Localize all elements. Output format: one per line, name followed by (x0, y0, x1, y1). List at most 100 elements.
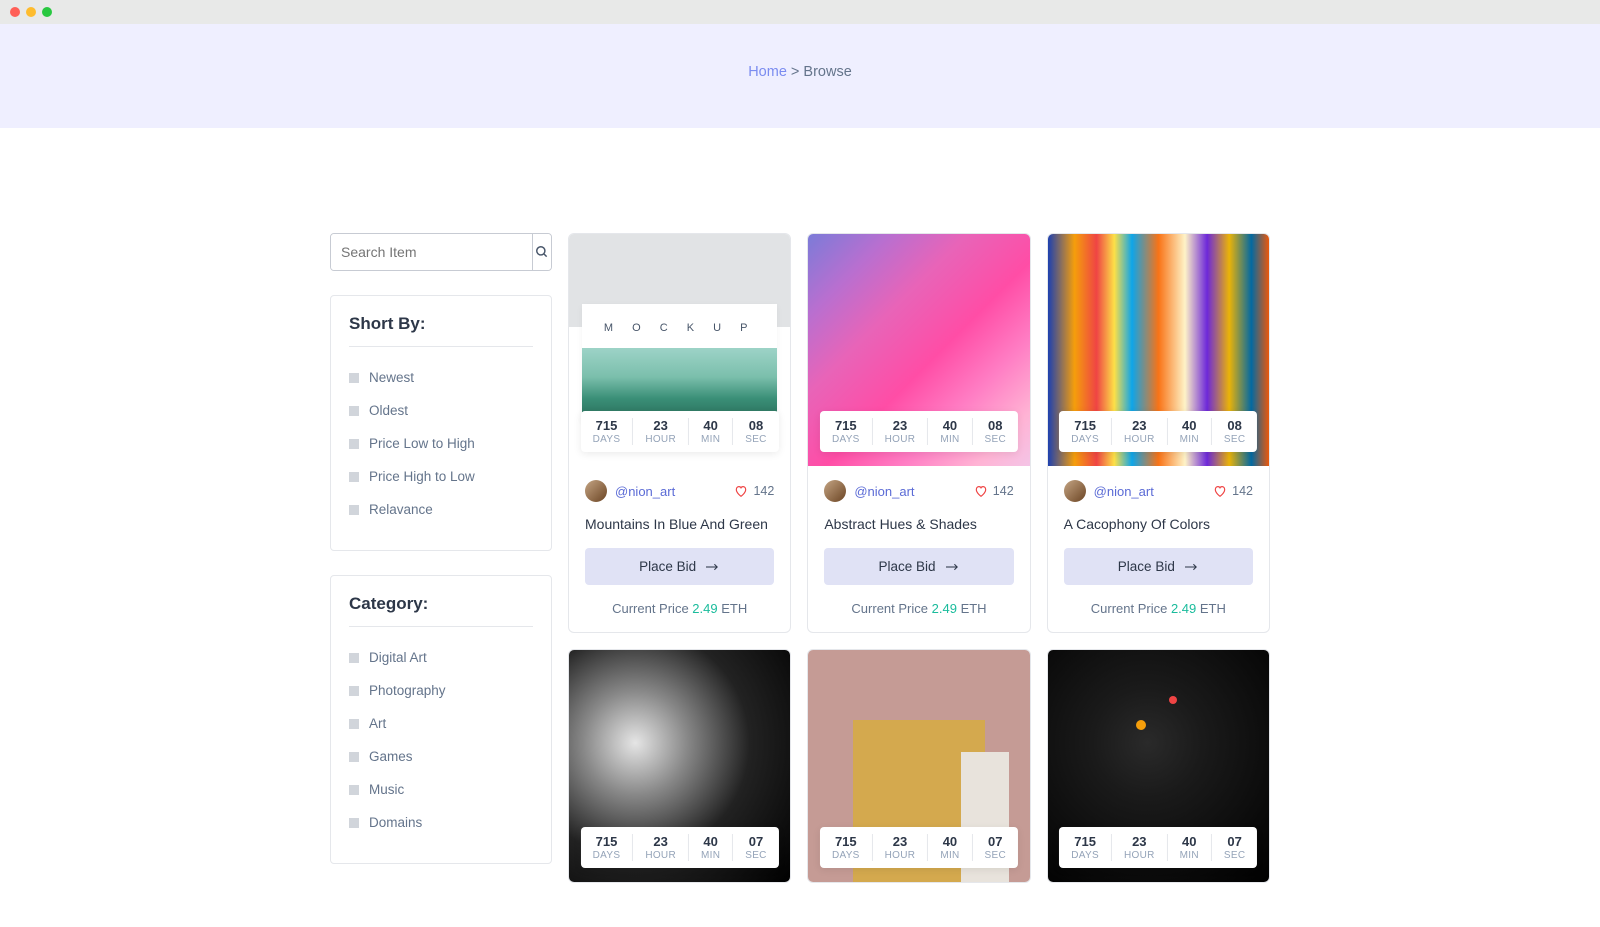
window-close-icon[interactable] (10, 7, 20, 17)
timer-label: HOUR (885, 850, 916, 861)
timer-value: 07 (985, 834, 1006, 849)
place-bid-button[interactable]: Place Bid (824, 548, 1013, 585)
bid-label: Place Bid (639, 559, 696, 574)
timer-cell: 40MIN (1168, 418, 1212, 445)
timer-value: 08 (1224, 418, 1245, 433)
author-handle: @nion_art (615, 484, 675, 499)
timer-label: SEC (985, 434, 1006, 445)
nft-card[interactable]: 715DAYS23HOUR40MIN07SEC (1047, 649, 1270, 883)
nft-card[interactable]: 715DAYS23HOUR40MIN07SEC (568, 649, 791, 883)
category-option[interactable]: Domains (349, 806, 533, 839)
card-author[interactable]: @nion_art (824, 480, 914, 502)
breadcrumb-home-link[interactable]: Home (748, 64, 787, 80)
price-line: Current Price 2.49 ETH (824, 601, 1013, 616)
price-line: Current Price 2.49 ETH (1064, 601, 1253, 616)
price-unit: ETH (721, 601, 747, 616)
category-option-label: Games (369, 749, 413, 764)
checkbox-icon (349, 752, 359, 762)
breadcrumb: Home > Browse (0, 64, 1600, 80)
bid-label: Place Bid (1118, 559, 1175, 574)
heart-icon (1213, 484, 1227, 498)
timer-label: MIN (1180, 850, 1199, 861)
place-bid-button[interactable]: Place Bid (1064, 548, 1253, 585)
timer-cell: 715DAYS (1059, 834, 1112, 861)
checkbox-icon (349, 719, 359, 729)
search-icon (535, 245, 549, 259)
page-header: Home > Browse (0, 24, 1600, 128)
like-count[interactable]: 142 (1213, 484, 1253, 498)
timer-cell: 23HOUR (633, 418, 689, 445)
card-author[interactable]: @nion_art (1064, 480, 1154, 502)
like-count[interactable]: 142 (974, 484, 1014, 498)
timer-label: SEC (1224, 850, 1245, 861)
countdown-timer: 715DAYS23HOUR40MIN07SEC (581, 827, 779, 868)
category-option-label: Domains (369, 815, 422, 830)
category-option-label: Photography (369, 683, 446, 698)
category-option[interactable]: Music (349, 773, 533, 806)
card-author[interactable]: @nion_art (585, 480, 675, 502)
timer-value: 715 (1071, 418, 1099, 433)
checkbox-icon (349, 818, 359, 828)
checkbox-icon (349, 472, 359, 482)
like-number: 142 (753, 484, 774, 498)
checkbox-icon (349, 686, 359, 696)
checkbox-icon (349, 439, 359, 449)
search-input[interactable] (331, 234, 532, 270)
arrow-right-icon (1185, 562, 1199, 572)
timer-value: 23 (885, 834, 916, 849)
category-option-label: Digital Art (369, 650, 427, 665)
avatar (1064, 480, 1086, 502)
card-meta: @nion_art142Abstract Hues & ShadesPlace … (808, 466, 1029, 632)
sort-option[interactable]: Newest (349, 361, 533, 394)
timer-label: DAYS (1071, 434, 1099, 445)
heart-icon (734, 484, 748, 498)
avatar (824, 480, 846, 502)
place-bid-button[interactable]: Place Bid (585, 548, 774, 585)
timer-label: MIN (701, 434, 720, 445)
timer-value: 23 (645, 418, 676, 433)
window-maximize-icon[interactable] (42, 7, 52, 17)
avatar (585, 480, 607, 502)
price-amount: 2.49 (1171, 601, 1196, 616)
category-title: Category: (349, 594, 533, 627)
timer-value: 07 (1224, 834, 1245, 849)
timer-cell: 40MIN (928, 834, 972, 861)
timer-cell: 40MIN (689, 418, 733, 445)
checkbox-icon (349, 406, 359, 416)
heart-icon (974, 484, 988, 498)
timer-label: HOUR (645, 850, 676, 861)
timer-value: 40 (1180, 834, 1199, 849)
sort-option[interactable]: Price High to Low (349, 460, 533, 493)
category-option[interactable]: Photography (349, 674, 533, 707)
search-button[interactable] (532, 234, 551, 270)
timer-value: 07 (745, 834, 766, 849)
arrow-right-icon (946, 562, 960, 572)
nft-card[interactable]: 715DAYS23HOUR40MIN07SEC (807, 649, 1030, 883)
timer-value: 715 (1071, 834, 1099, 849)
sort-option[interactable]: Oldest (349, 394, 533, 427)
timer-label: DAYS (593, 850, 621, 861)
category-option[interactable]: Art (349, 707, 533, 740)
nft-card[interactable]: 715DAYS23HOUR40MIN08SEC@nion_art142Abstr… (807, 233, 1030, 633)
like-count[interactable]: 142 (734, 484, 774, 498)
category-option[interactable]: Digital Art (349, 641, 533, 674)
timer-cell: 23HOUR (633, 834, 689, 861)
price-amount: 2.49 (692, 601, 717, 616)
card-meta: @nion_art142Mountains In Blue And GreenP… (569, 466, 790, 632)
arrow-right-icon (706, 562, 720, 572)
sort-option[interactable]: Price Low to High (349, 427, 533, 460)
timer-label: DAYS (832, 434, 860, 445)
timer-cell: 23HOUR (873, 834, 929, 861)
timer-label: SEC (745, 434, 766, 445)
price-label: Current Price (612, 601, 689, 616)
price-label: Current Price (1091, 601, 1168, 616)
nft-card[interactable]: 715DAYS23HOUR40MIN08SEC@nion_art142A Cac… (1047, 233, 1270, 633)
timer-value: 23 (1124, 834, 1155, 849)
category-option[interactable]: Games (349, 740, 533, 773)
nft-card[interactable]: M O C K U P715DAYS23HOUR40MIN08SEC@nion_… (568, 233, 791, 633)
sort-option[interactable]: Relavance (349, 493, 533, 526)
price-label: Current Price (851, 601, 928, 616)
window-minimize-icon[interactable] (26, 7, 36, 17)
breadcrumb-sep: > (791, 64, 799, 80)
timer-label: SEC (745, 850, 766, 861)
